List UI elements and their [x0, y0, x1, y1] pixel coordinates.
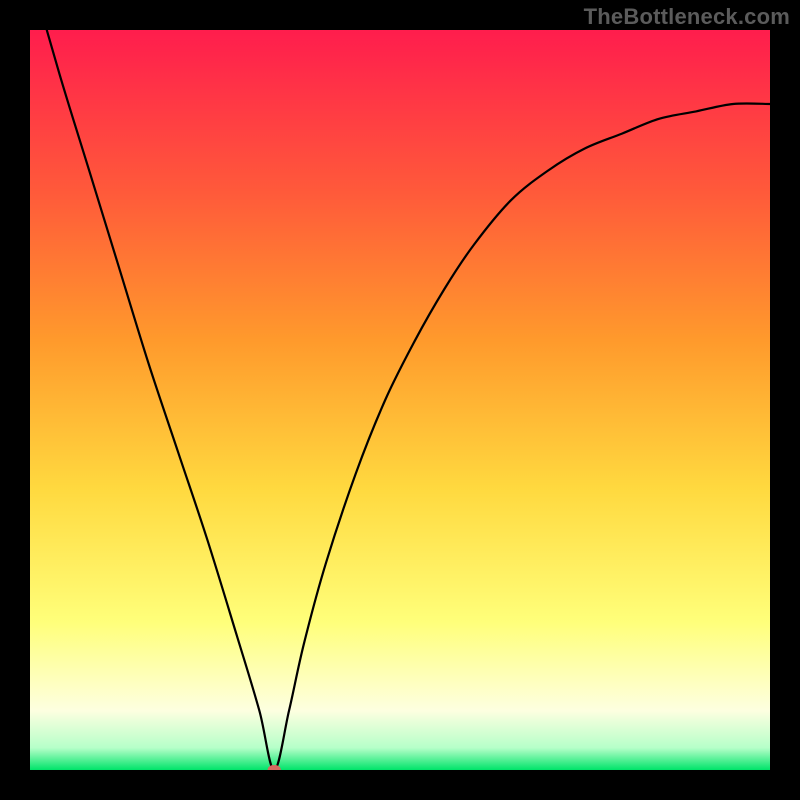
chart-frame: TheBottleneck.com	[0, 0, 800, 800]
gradient-background	[30, 30, 770, 770]
plot-area	[30, 30, 770, 770]
chart-svg	[30, 30, 770, 770]
watermark-text: TheBottleneck.com	[584, 4, 790, 30]
